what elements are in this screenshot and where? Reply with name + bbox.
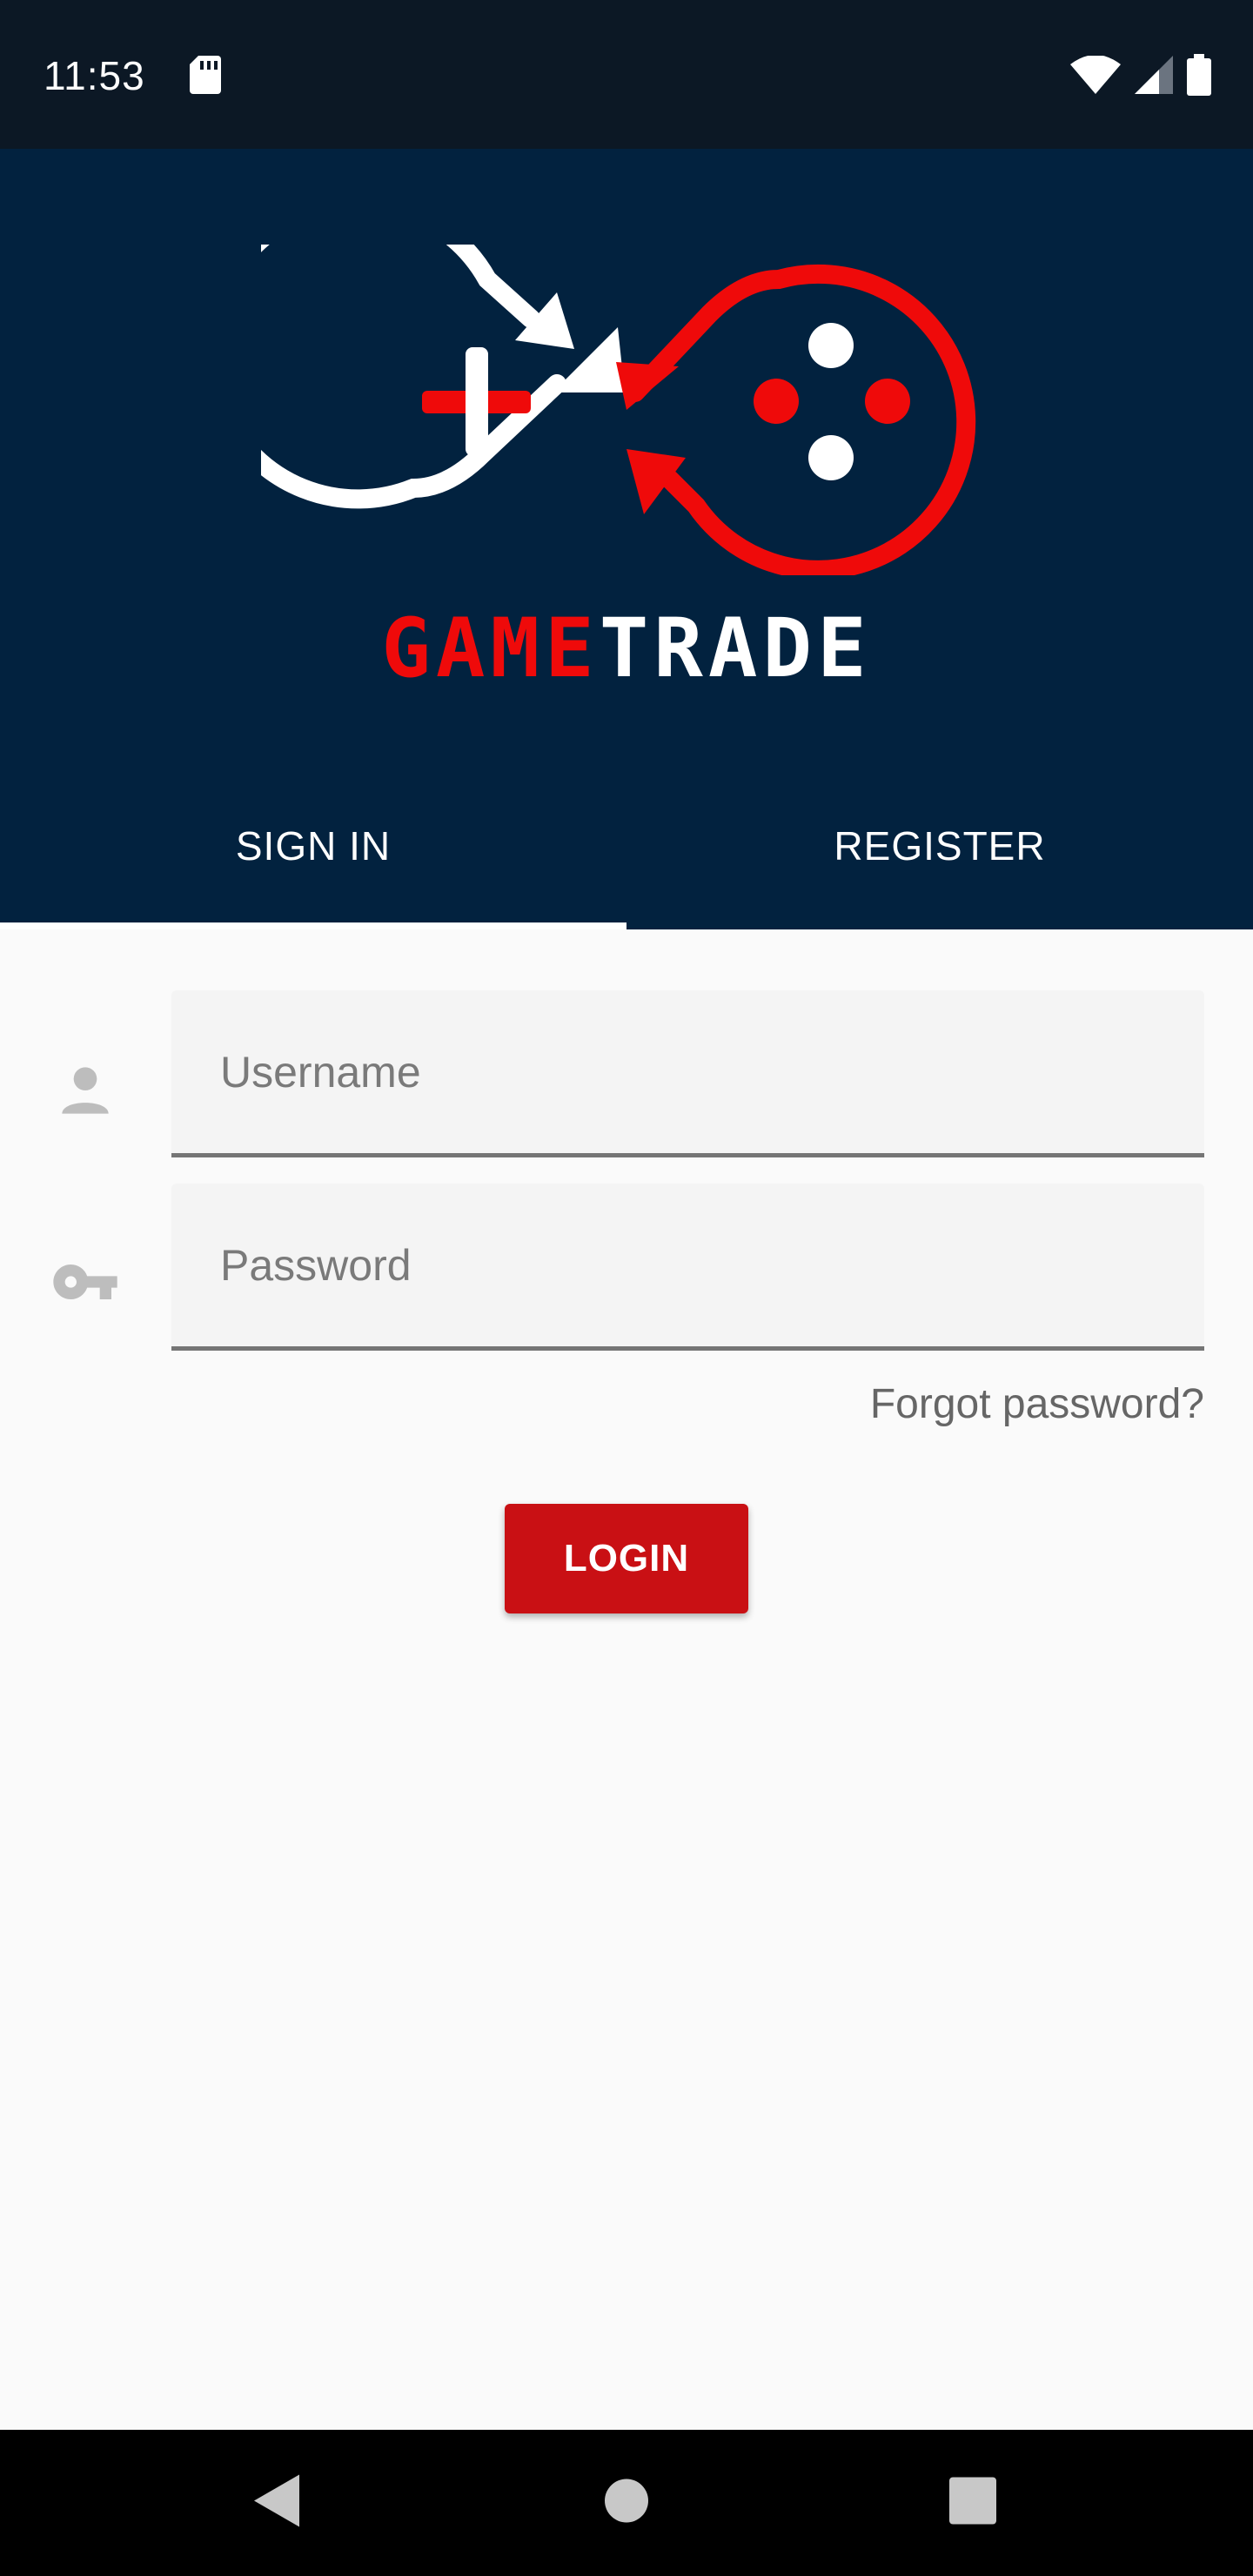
forgot-password-link[interactable]: Forgot password? xyxy=(870,1380,1204,1428)
tab-register[interactable]: REGISTER xyxy=(626,761,1253,929)
gametrade-logo-icon xyxy=(200,193,992,580)
brand-wordmark: GAMETRADE xyxy=(0,601,1253,696)
login-button[interactable]: LOGIN xyxy=(505,1504,748,1613)
cellular-signal-icon xyxy=(1135,56,1173,98)
status-time: 11:53 xyxy=(44,53,145,98)
tab-sign-in[interactable]: SIGN IN xyxy=(0,761,626,929)
username-input[interactable] xyxy=(171,990,1204,1153)
status-icons xyxy=(1070,54,1211,100)
sd-card-icon xyxy=(190,56,221,98)
back-icon[interactable] xyxy=(254,2474,303,2532)
home-icon[interactable] xyxy=(604,2479,649,2528)
person-icon xyxy=(50,1056,120,1130)
wifi-icon xyxy=(1070,55,1121,98)
status-bar: 11:53 xyxy=(0,0,1253,149)
recents-icon[interactable] xyxy=(949,2477,996,2529)
key-icon xyxy=(50,1247,120,1321)
auth-tabs: SIGN IN REGISTER xyxy=(0,761,1253,929)
password-field[interactable] xyxy=(171,1184,1204,1351)
brand-game: GAME xyxy=(381,601,600,696)
battery-icon xyxy=(1187,54,1211,100)
username-field[interactable] xyxy=(171,990,1204,1157)
password-input[interactable] xyxy=(171,1184,1204,1346)
system-nav-bar xyxy=(0,2430,1253,2576)
brand-trade: TRADE xyxy=(599,601,872,696)
